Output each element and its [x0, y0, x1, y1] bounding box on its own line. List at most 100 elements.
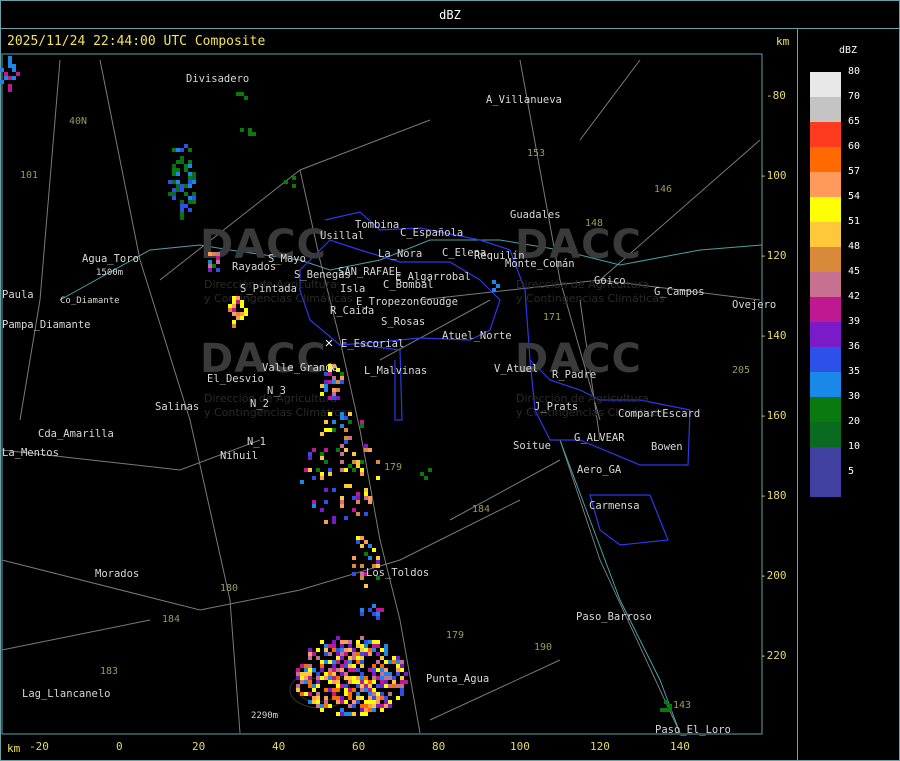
- radar-echo-pixel: [352, 652, 356, 656]
- radar-echo-pixel: [192, 172, 196, 176]
- radar-echo-pixel: [332, 392, 336, 396]
- x-tick: 100: [510, 740, 530, 753]
- radar-echo-pixel: [324, 448, 328, 452]
- route-number: 40N: [69, 116, 88, 127]
- radar-echo-pixel: [400, 684, 404, 688]
- radar-echo-pixel: [376, 608, 380, 612]
- radar-echo-pixel: [344, 660, 348, 664]
- radar-echo-pixel: [340, 672, 344, 676]
- radar-echo-pixel: [356, 700, 360, 704]
- timestamp-header: 2025/11/24 22:44:00 UTC Composite: [7, 34, 266, 49]
- radar-echo-pixel: [352, 556, 356, 560]
- radar-echo-pixel: [240, 304, 244, 308]
- radar-echo-pixel: [176, 184, 180, 188]
- radar-echo-pixel: [296, 676, 300, 680]
- radar-echo-pixel: [372, 668, 376, 672]
- radar-echo-pixel: [388, 676, 392, 680]
- radar-echo-pixel: [344, 684, 348, 688]
- radar-echo-pixel: [352, 452, 356, 456]
- radar-echo-pixel: [372, 692, 376, 696]
- radar-echo-pixel: [396, 672, 400, 676]
- radar-echo-pixel: [352, 668, 356, 672]
- radar-echo-pixel: [184, 144, 188, 148]
- radar-echo-pixel: [352, 700, 356, 704]
- radar-echo-pixel: [296, 668, 300, 672]
- radar-echo-pixel: [284, 180, 288, 184]
- radar-echo-pixel: [324, 688, 328, 692]
- legend-swatch: [810, 72, 841, 97]
- radar-echo-pixel: [352, 496, 356, 500]
- radar-echo-pixel: [328, 652, 332, 656]
- radar-echo-pixel: [176, 160, 180, 164]
- radar-echo-pixel: [380, 680, 384, 684]
- radar-echo-pixel: [232, 304, 236, 308]
- radar-echo-pixel: [324, 384, 328, 388]
- radar-echo-pixel: [376, 684, 380, 688]
- legend-value: 36: [848, 341, 861, 352]
- radar-echo-pixel: [392, 660, 396, 664]
- radar-echo-pixel: [400, 660, 404, 664]
- radar-echo-pixel: [236, 312, 240, 316]
- radar-echo-pixel: [348, 704, 352, 708]
- km-label-bottom: km: [7, 742, 21, 755]
- x-tick: 60: [352, 740, 366, 753]
- radar-echo-pixel: [372, 548, 376, 552]
- radar-echo-pixel: [376, 700, 380, 704]
- radar-echo-pixel: [324, 388, 328, 392]
- radar-echo-pixel: [316, 648, 320, 652]
- radar-echo-pixel: [360, 612, 364, 616]
- radar-echo-pixel: [308, 692, 312, 696]
- radar-echo-pixel: [368, 652, 372, 656]
- radar-echo-pixel: [352, 508, 356, 512]
- radar-echo-pixel: [340, 460, 344, 464]
- place-label: Pampa_Diamante: [2, 319, 91, 331]
- radar-echo-pixel: [248, 132, 252, 136]
- radar-echo-pixel: [336, 668, 340, 672]
- radar-echo-pixel: [372, 704, 376, 708]
- place-label: C_Española: [400, 227, 464, 239]
- radar-echo-pixel: [336, 652, 340, 656]
- place-label: Carmensa: [589, 500, 640, 512]
- radar-echo-pixel: [368, 680, 372, 684]
- radar-echo-pixel: [344, 436, 348, 440]
- radar-echo-pixel: [404, 672, 408, 676]
- radar-echo-pixel: [668, 708, 672, 712]
- radar-echo-pixel: [376, 704, 380, 708]
- radar-echo-pixel: [340, 372, 344, 376]
- legend-value: 20: [848, 416, 861, 427]
- radar-echo-pixel: [340, 412, 344, 416]
- radar-echo-pixel: [344, 440, 348, 444]
- radar-echo-pixel: [192, 192, 196, 196]
- radar-echo-pixel: [368, 708, 372, 712]
- radar-echo-pixel: [320, 708, 324, 712]
- radar-echo-pixel: [296, 672, 300, 676]
- radar-echo-pixel: [324, 704, 328, 708]
- radar-echo-pixel: [364, 644, 368, 648]
- radar-echo-pixel: [380, 664, 384, 668]
- radar-echo-pixel: [496, 284, 500, 288]
- radar-echo-pixel: [380, 608, 384, 612]
- radar-echo-pixel: [660, 708, 664, 712]
- radar-echo-pixel: [308, 652, 312, 656]
- radar-echo-pixel: [376, 460, 380, 464]
- radar-echo-pixel: [360, 676, 364, 680]
- radar-echo-pixel: [252, 132, 256, 136]
- radar-echo-pixel: [384, 684, 388, 688]
- radar-echo-pixel: [376, 660, 380, 664]
- radar-echo-pixel: [380, 704, 384, 708]
- radar-echo-pixel: [188, 180, 192, 184]
- radar-echo-pixel: [376, 692, 380, 696]
- radar-echo-pixel: [376, 668, 380, 672]
- radar-echo-pixel: [340, 468, 344, 472]
- radar-echo-pixel: [384, 652, 388, 656]
- radar-echo-pixel: [368, 688, 372, 692]
- radar-echo-pixel: [208, 268, 212, 272]
- radar-echo-pixel: [364, 488, 368, 492]
- radar-echo-pixel: [312, 684, 316, 688]
- radar-echo-pixel: [324, 520, 328, 524]
- radar-echo-pixel: [348, 644, 352, 648]
- radar-echo-pixel: [360, 644, 364, 648]
- radar-echo-pixel: [348, 640, 352, 644]
- radar-echo-pixel: [340, 696, 344, 700]
- radar-echo-pixel: [340, 700, 344, 704]
